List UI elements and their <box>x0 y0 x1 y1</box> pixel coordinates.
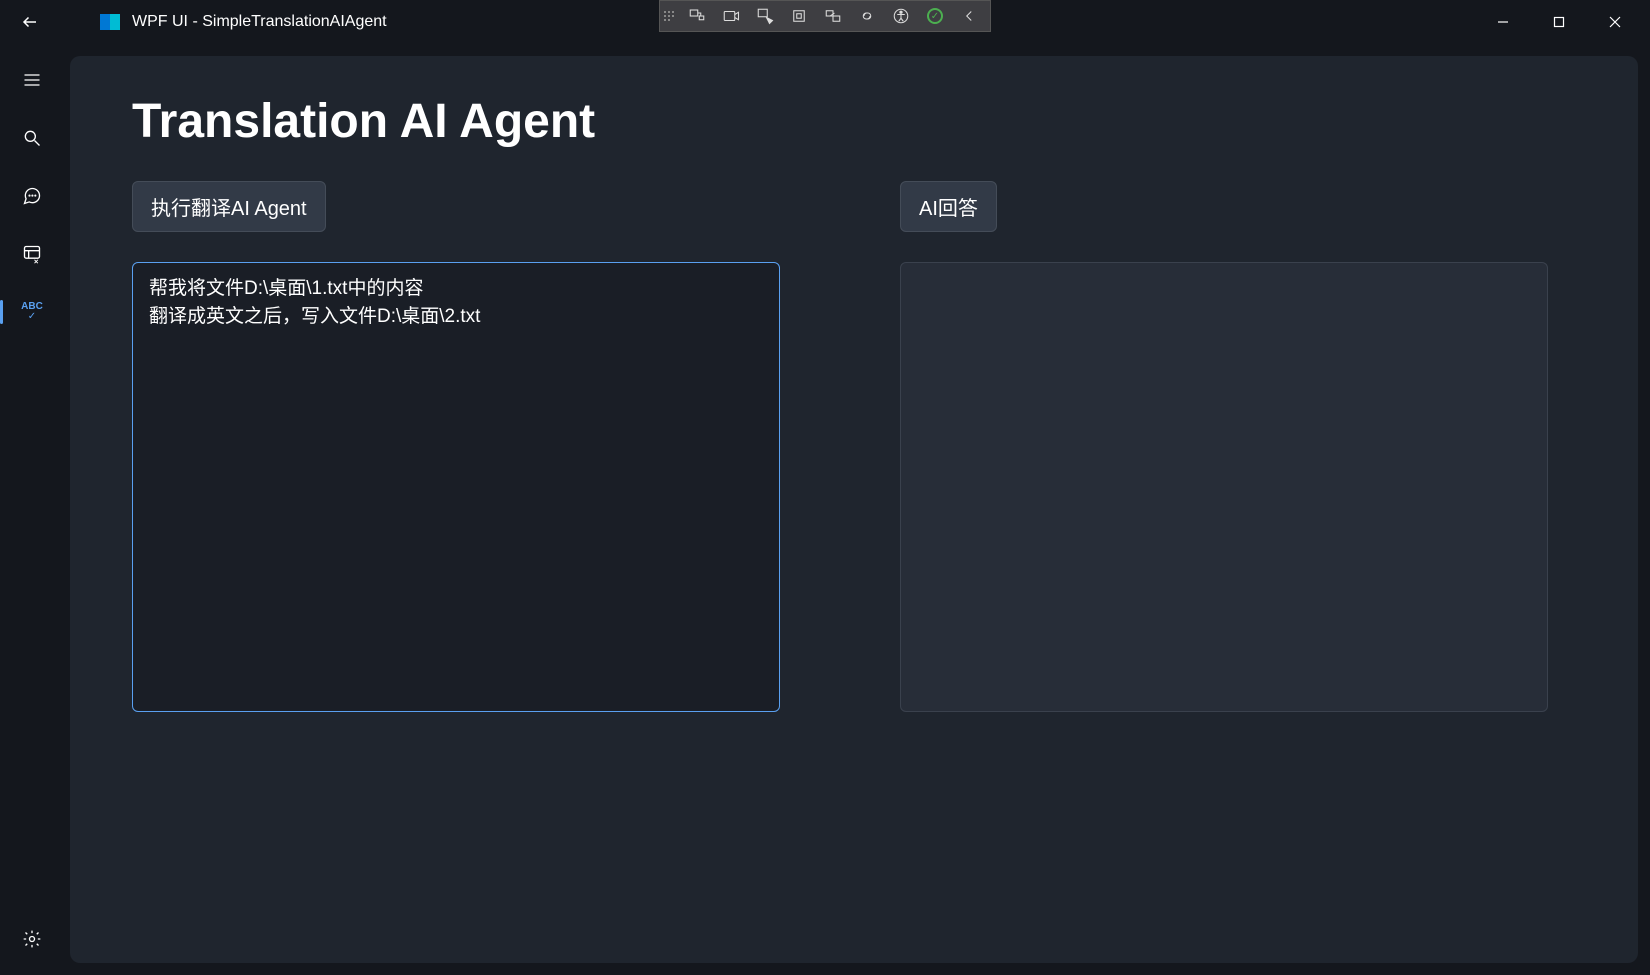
content-card: Translation AI Agent 执行翻译AI Agent AI回答 <box>70 56 1638 963</box>
sidebar-item-chat[interactable] <box>8 174 56 218</box>
vs-debug-toolbar[interactable]: ✓ <box>659 0 991 32</box>
window-controls <box>1476 4 1642 40</box>
app-icon <box>100 14 120 30</box>
debug-layout-adorners-icon[interactable] <box>782 2 816 30</box>
translation-input[interactable] <box>132 262 780 712</box>
debug-track-focused-icon[interactable] <box>816 2 850 30</box>
arrow-left-icon <box>21 13 39 31</box>
sidebar-item-data[interactable] <box>8 232 56 276</box>
output-column: AI回答 <box>900 181 1548 712</box>
data-icon <box>22 244 42 264</box>
input-column: 执行翻译AI Agent <box>132 181 780 712</box>
translation-output <box>900 262 1548 712</box>
abc-check-icon: ABC ✓ <box>21 302 43 322</box>
window-title: WPF UI - SimpleTranslationAIAgent <box>132 13 387 31</box>
ai-reply-button[interactable]: AI回答 <box>900 181 997 232</box>
execute-translation-button[interactable]: 执行翻译AI Agent <box>132 181 326 232</box>
main-area: Translation AI Agent 执行翻译AI Agent AI回答 <box>64 44 1650 975</box>
chat-icon <box>22 186 42 206</box>
debug-hot-reload-icon[interactable]: ✓ <box>918 2 952 30</box>
maximize-button[interactable] <box>1532 4 1586 40</box>
minimize-button[interactable] <box>1476 4 1530 40</box>
sidebar-item-menu[interactable] <box>8 58 56 102</box>
close-icon <box>1608 15 1622 29</box>
close-button[interactable] <box>1588 4 1642 40</box>
debug-collapse-icon[interactable] <box>952 2 986 30</box>
maximize-icon <box>1552 15 1566 29</box>
sidebar: ABC ✓ <box>0 44 64 975</box>
debug-accessibility-icon[interactable] <box>884 2 918 30</box>
debug-record-icon[interactable] <box>714 2 748 30</box>
gear-icon <box>22 929 42 949</box>
back-button[interactable] <box>8 2 52 42</box>
search-icon <box>22 128 42 148</box>
debug-select-element-icon[interactable] <box>748 2 782 30</box>
debug-live-visual-tree-icon[interactable] <box>680 2 714 30</box>
debug-binding-icon[interactable] <box>850 2 884 30</box>
toolbar-grip-icon[interactable] <box>664 4 674 28</box>
page-heading: Translation AI Agent <box>132 96 1576 149</box>
sidebar-item-translate[interactable]: ABC ✓ <box>8 290 56 334</box>
sidebar-item-settings[interactable] <box>8 917 56 961</box>
sidebar-item-search[interactable] <box>8 116 56 160</box>
hamburger-icon <box>22 70 42 90</box>
minimize-icon <box>1496 15 1510 29</box>
